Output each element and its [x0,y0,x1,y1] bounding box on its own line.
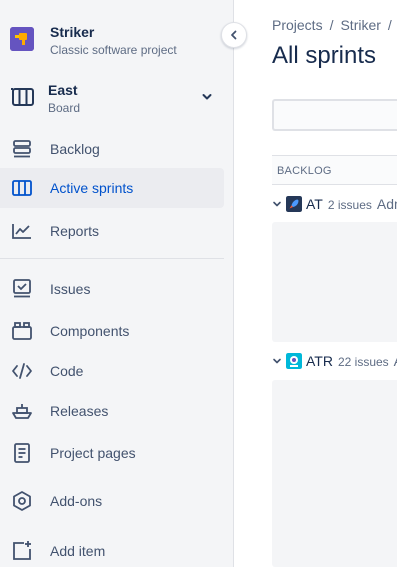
breadcrumb-separator: / [387,17,392,33]
sprint-key: ATR [306,353,333,369]
page-title: All sprints [272,42,377,69]
sidebar-item-label: Releases [50,403,109,419]
sidebar-item-components[interactable]: Components [0,311,224,351]
reports-icon [12,224,31,239]
sprint-issue-count: 22 issues [337,355,389,369]
sidebar-item-label: Active sprints [50,180,134,196]
sidebar-item-label: Code [50,363,84,379]
sidebar-item-addons[interactable]: Add-ons [0,481,224,521]
sprint-assignee: Adm [376,196,397,212]
board-type: Board [48,101,81,115]
breadcrumb: Projects / Striker / [272,17,397,33]
components-icon [12,322,32,340]
sidebar: Striker Classic software project East Bo… [0,0,247,567]
breadcrumb-projects-link[interactable]: Projects [272,17,323,33]
sprint-card-area [272,222,397,342]
board-name: East [48,82,78,98]
sprint-key: AT [306,196,323,212]
add-item-icon [13,541,31,560]
sidebar-item-add-item[interactable]: Add item [0,531,224,571]
sprint-issue-count: 2 issues [327,198,372,212]
search-input[interactable] [272,99,397,131]
chevron-down-icon[interactable] [272,356,282,366]
chevron-down-icon[interactable] [272,199,282,209]
board-switcher[interactable]: East Board [0,76,233,120]
board-icon [11,88,34,106]
sidebar-item-label: Project pages [50,445,136,461]
breadcrumb-separator: / [329,17,334,33]
page-icon [14,443,30,463]
sidebar-item-label: Components [50,323,130,339]
sidebar-item-code[interactable]: Code [0,351,224,391]
sidebar-divider [0,258,224,259]
sidebar-item-active-sprints[interactable]: Active sprints [0,168,224,208]
rocket-icon [286,196,302,212]
sidebar-item-reports[interactable]: Reports [0,211,224,251]
sidebar-item-label: Add-ons [50,493,103,509]
backlog-column-header: BACKLOG [272,155,397,185]
backlog-icon [13,140,31,158]
robot-icon [286,353,302,369]
addons-icon [13,491,31,511]
main-content: Projects / Striker / All sprints BACKLOG AT… [234,0,397,567]
sidebar-item-project-pages[interactable]: Project pages [0,433,224,473]
sidebar-item-label: Issues [50,281,91,297]
project-name[interactable]: Striker [50,24,94,40]
project-avatar-icon [10,27,34,51]
backlog-header-label: BACKLOG [277,165,332,177]
sprint-card-area [272,380,397,567]
chevron-left-icon [231,30,237,40]
code-icon [12,363,32,379]
releases-icon [12,404,32,419]
active-sprints-icon [12,180,32,196]
sidebar-item-label: Reports [50,223,100,239]
project-type: Classic software project [50,43,177,57]
sidebar-item-backlog[interactable]: Backlog [0,129,224,169]
sidebar-item-releases[interactable]: Releases [0,391,224,431]
project-header: Striker Classic software project [0,0,233,70]
breadcrumb-project-link[interactable]: Striker [340,17,380,33]
sidebar-item-issues[interactable]: Issues [0,269,224,309]
chevron-down-icon [202,94,212,100]
sidebar-item-label: Add item [50,543,106,559]
issues-icon [13,279,31,298]
collapse-sidebar-button[interactable] [221,22,247,48]
sidebar-item-label: Backlog [50,141,100,157]
